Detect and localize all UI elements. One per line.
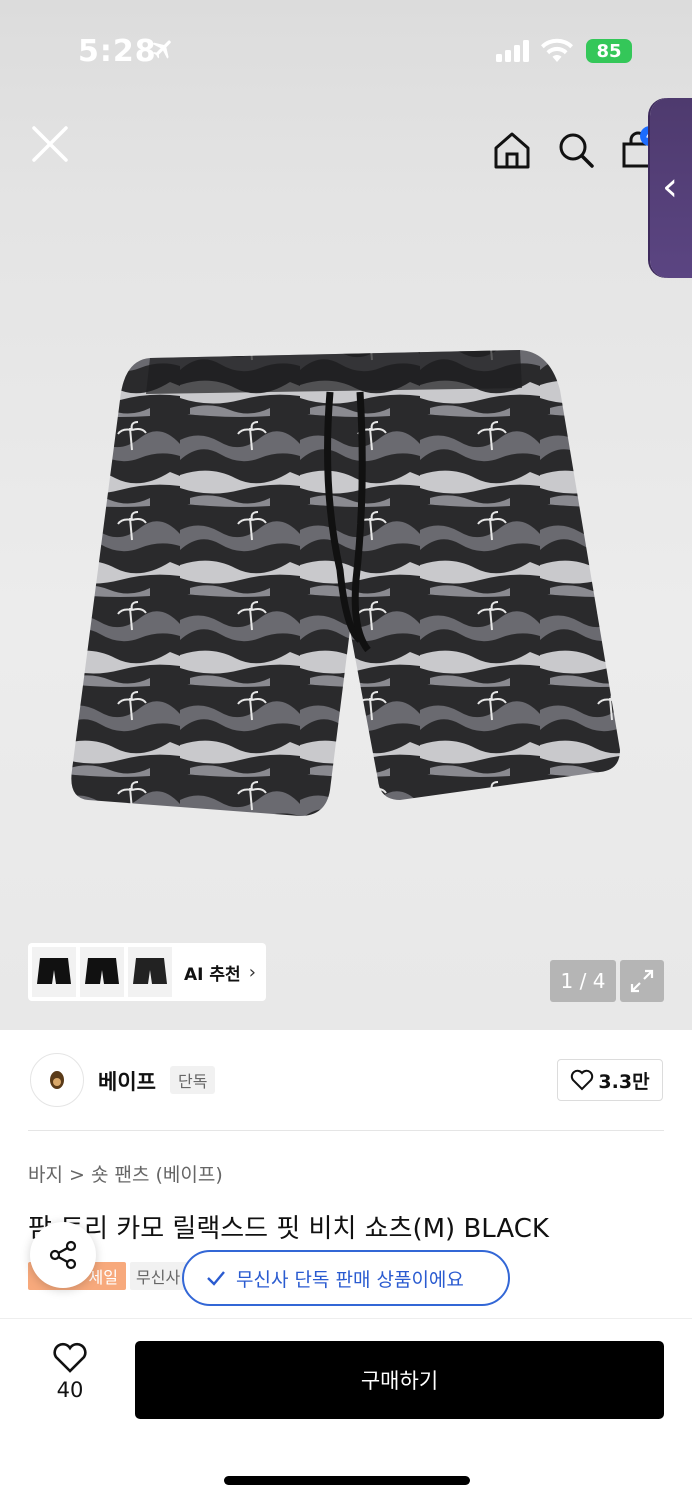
toast-text: 무신사 단독 판매 상품이에요 <box>236 1268 464 1291</box>
chevron-right-icon: › <box>248 961 256 983</box>
brand-exclusive-tag: 단독 <box>170 1066 216 1094</box>
thumbnail[interactable] <box>32 947 76 997</box>
close-icon[interactable] <box>30 124 70 164</box>
search-icon[interactable] <box>556 130 596 170</box>
thumbnail[interactable] <box>128 947 172 997</box>
wishlist-button[interactable]: 40 <box>40 1342 100 1412</box>
battery-level: 85 <box>596 40 622 62</box>
page-indicator: 1 / 4 <box>550 960 616 1002</box>
status-bar: 5:28 85 <box>0 0 692 100</box>
home-icon[interactable] <box>492 130 532 170</box>
share-button[interactable] <box>30 1222 96 1288</box>
brand-logo[interactable] <box>30 1053 84 1107</box>
chevron-left-icon: ‹ <box>662 164 678 210</box>
brand-name[interactable]: 베이프 <box>98 1066 156 1096</box>
product-image-area[interactable]: 5:28 85 4 ‹ <box>0 0 692 1030</box>
exclusive-toast: 무신사 단독 판매 상품이에요 <box>182 1250 510 1306</box>
expand-button[interactable] <box>620 960 664 1002</box>
product-image <box>71 350 621 816</box>
wifi-icon <box>541 38 573 62</box>
divider <box>28 1130 664 1131</box>
home-indicator <box>224 1476 470 1485</box>
product-title: 팜 트리 카모 릴랙스드 핏 비치 쇼츠(M) BLACK <box>28 1214 549 1244</box>
exclusive-tag: 무신사 <box>130 1262 190 1290</box>
expand-icon <box>630 969 654 993</box>
cellular-signal-icon <box>496 40 529 62</box>
ape-head-icon <box>50 1071 64 1089</box>
share-icon <box>49 1240 77 1270</box>
ai-recommend-label: AI 추천 <box>184 964 241 985</box>
buy-button[interactable]: 구매하기 <box>135 1341 664 1419</box>
ai-recommend-strip[interactable]: AI 추천 › <box>28 943 266 1001</box>
breadcrumb[interactable]: 바지 > 숏 팬츠 (베이프) <box>28 1160 223 1187</box>
airplane-mode-icon <box>152 40 171 59</box>
brand-like-count: 3.3만 <box>598 1070 650 1093</box>
status-time: 5:28 <box>78 34 157 69</box>
heart-icon <box>53 1342 87 1373</box>
side-panel-tab[interactable]: ‹ <box>650 98 692 278</box>
check-icon <box>207 1271 225 1286</box>
thumbnail[interactable] <box>80 947 124 997</box>
battery-icon: 85 <box>586 39 632 63</box>
brand-like-button[interactable]: 3.3만 <box>557 1059 663 1101</box>
heart-icon <box>571 1069 594 1091</box>
wishlist-count: 40 <box>56 1378 84 1402</box>
